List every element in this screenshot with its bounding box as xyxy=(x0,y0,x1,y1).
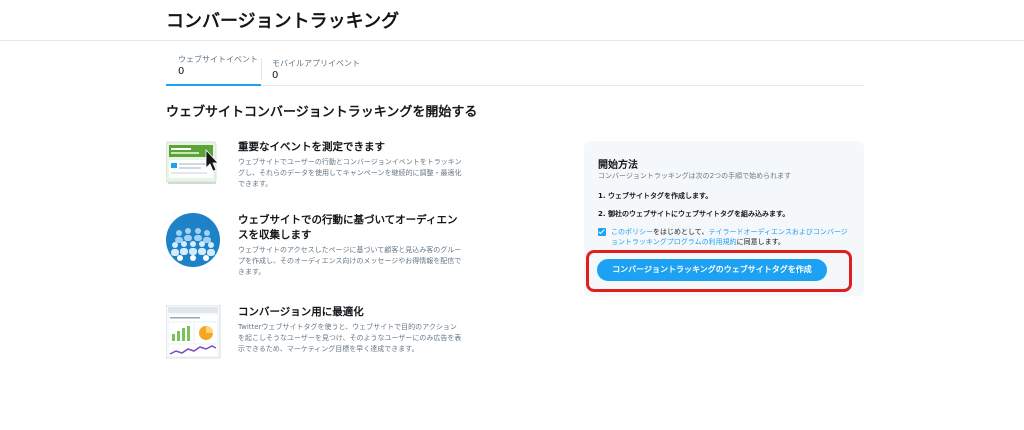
page-header: コンバージョントラッキング xyxy=(0,0,1024,41)
tab-mobile-app-events[interactable]: モバイルアプリイベント 0 xyxy=(261,58,371,81)
feature-desc: ウェブサイトのアクセスしたページに基づいて顧客と見込み客のグループを作成し、その… xyxy=(238,246,462,276)
tab-count: 0 xyxy=(272,70,279,81)
terms-end-text: に同意します。 xyxy=(736,238,785,246)
panel-subtitle: コンバージョントラッキングは次の2つの手順で始められます xyxy=(598,172,792,180)
event-measure-illustration-icon xyxy=(165,140,221,195)
feature-desc: Twitterウェブサイトタグを使うと、ウェブサイトで目的のアクションを起こしそ… xyxy=(238,323,462,353)
panel-title: 開始方法 xyxy=(598,160,638,171)
feature-conversion-optimize: コンバージョン用に最適化 Twitterウェブサイトタグを使うと、ウェブサイトで… xyxy=(165,304,466,361)
tab-website-events[interactable]: ウェブサイトイベント 0 xyxy=(166,50,261,86)
audience-group-illustration-icon xyxy=(166,213,221,268)
feature-heading: ウェブサイトでの行動に基づいてオーディエンスを収集します xyxy=(238,214,458,241)
tab-label: ウェブサイトイベント xyxy=(178,55,258,64)
feature-measure-events: 重要なイベントを測定できます ウェブサイトでユーザーの行動とコンバージョンイベン… xyxy=(165,140,466,190)
conversion-chart-illustration-icon xyxy=(165,304,221,360)
terms-checkbox[interactable] xyxy=(598,228,606,236)
feature-desc: ウェブサイトでユーザーの行動とコンバージョンイベントをトラッキングし、それらのデ… xyxy=(238,158,462,188)
policy-link[interactable]: このポリシー xyxy=(611,228,653,236)
step-2-text: 2. 御社のウェブサイトにウェブサイトタグを組み込みます。 xyxy=(598,210,790,218)
terms-mid-text: をはじめとして、 xyxy=(653,228,709,236)
feature-collect-audience: ウェブサイトでの行動に基づいてオーディエンスを収集します ウェブサイトのアクセス… xyxy=(166,213,466,276)
step-1-text: 1. ウェブサイトタグを作成します。 xyxy=(598,192,713,200)
terms-agreement-text: このポリシーをはじめとして、テイラードオーディエンスおよびコンバージョントラッキ… xyxy=(611,227,854,247)
feature-text: コンバージョン用に最適化 Twitterウェブサイトタグを使うと、ウェブサイトで… xyxy=(238,305,463,355)
tab-bar: ウェブサイトイベント 0 モバイルアプリイベント 0 xyxy=(166,50,864,86)
feature-heading: 重要なイベントを測定できます xyxy=(238,141,385,153)
create-website-tag-button[interactable]: コンバージョントラッキングのウェブサイトタグを作成 xyxy=(597,259,827,281)
feature-text: ウェブサイトでの行動に基づいてオーディエンスを収集します ウェブサイトのアクセス… xyxy=(238,213,463,278)
tab-count: 0 xyxy=(178,66,185,77)
feature-heading: コンバージョン用に最適化 xyxy=(238,306,364,318)
section-title: ウェブサイトコンバージョントラッキングを開始する xyxy=(166,105,478,120)
feature-text: 重要なイベントを測定できます ウェブサイトでユーザーの行動とコンバージョンイベン… xyxy=(238,140,463,190)
page-title: コンバージョントラッキング xyxy=(166,11,400,32)
tab-label: モバイルアプリイベント xyxy=(272,59,360,68)
